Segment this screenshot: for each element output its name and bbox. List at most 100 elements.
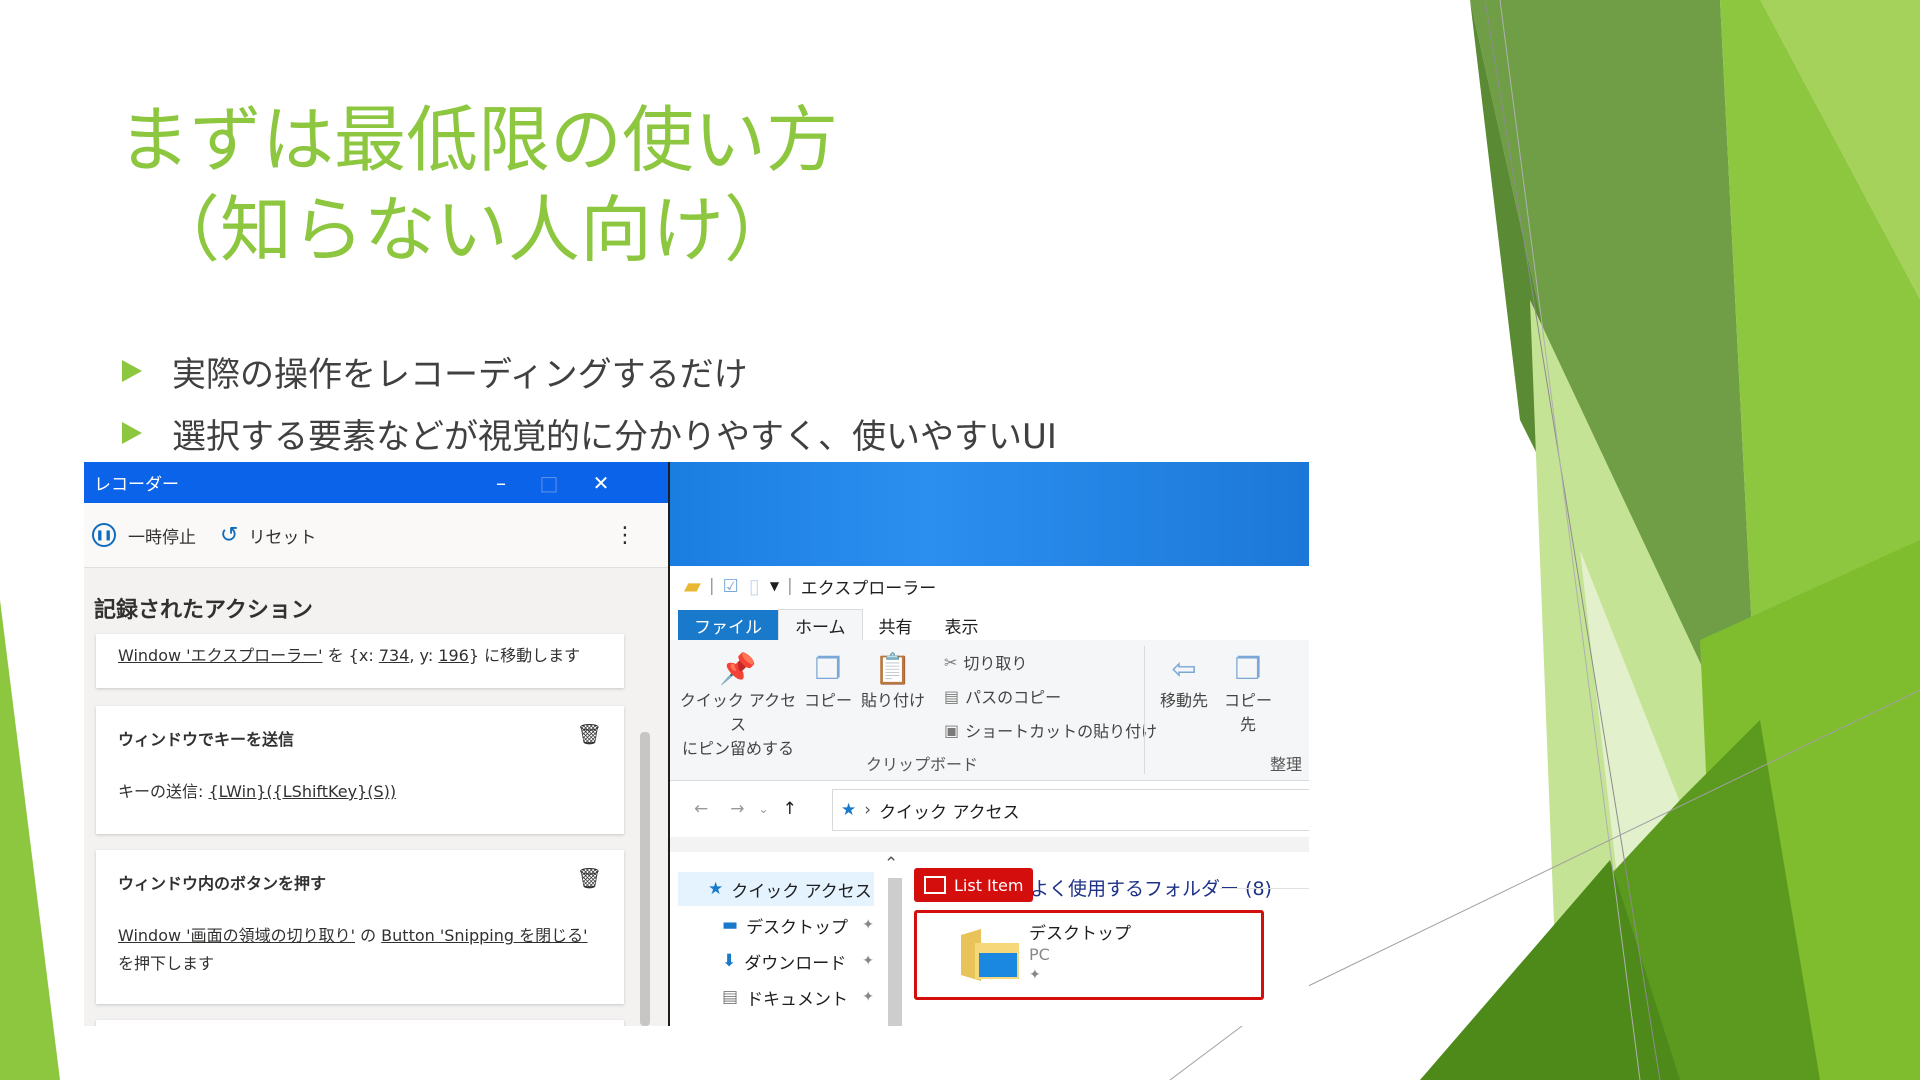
bullet-arrow-icon	[122, 422, 142, 444]
copy-icon: ❐	[814, 652, 842, 687]
pause-label: 一時停止	[128, 527, 196, 548]
nav-item-desktop[interactable]: ▬ デスクトップ ✦	[678, 908, 874, 942]
pin-label-line2: にピン留めする	[681, 739, 794, 758]
coord-y-link[interactable]: 196	[438, 646, 469, 665]
action-title: ウィンドウでキーを送信	[118, 730, 295, 749]
nav-scroll-up-icon[interactable]: ⌃	[884, 854, 898, 874]
paste-shortcut-button[interactable]: ▣ ショートカットの貼り付け	[944, 718, 1157, 742]
copy-to-button[interactable]: ❐ コピー先	[1218, 652, 1278, 735]
forward-icon[interactable]: →	[730, 799, 744, 819]
pin-icon: ✦	[862, 917, 874, 933]
move-to-button[interactable]: ⇦ 移動先	[1156, 652, 1212, 711]
embedded-screenshot: レコーダー – □ ✕ ❚❚ 一時停止 ↺ リセット ⋮ 記録されたアクション …	[84, 462, 1309, 1026]
cut-label: 切り取り	[963, 654, 1028, 673]
action-description: キーの送信: {LWin}({LShiftKey}(S))	[118, 778, 396, 806]
minimize-button[interactable]: –	[478, 462, 524, 503]
copy-label: コピー	[803, 691, 852, 710]
copy-button[interactable]: ❐ コピー	[802, 652, 854, 711]
copy-path-button[interactable]: ▤ パスのコピー	[944, 684, 1061, 708]
cut-button[interactable]: ✂ 切り取り	[944, 650, 1027, 674]
tab-home[interactable]: ホーム	[778, 609, 863, 640]
scissors-icon: ✂	[944, 652, 958, 672]
customize-qat-icon[interactable]: ▼	[770, 579, 779, 593]
recorder-window: レコーダー – □ ✕ ❚❚ 一時停止 ↺ リセット ⋮ 記録されたアクション …	[84, 462, 670, 1026]
tab-file[interactable]: ファイル	[678, 610, 778, 640]
delete-icon[interactable]: 🗑	[577, 866, 602, 890]
folder-location: PC	[1029, 945, 1050, 964]
copy-path-label: パスのコピー	[965, 688, 1062, 707]
back-icon[interactable]: ←	[694, 799, 708, 819]
scrollbar-thumb[interactable]	[640, 732, 650, 1026]
reset-label: リセット	[248, 527, 317, 548]
action-description: Window 'エクスプローラー' を {x: 734, y: 196} に移動…	[118, 642, 580, 670]
pin-quick-access-button[interactable]: 📌 クイック アクセス にピン留めする	[678, 652, 798, 759]
navigation-pane: ⌃ ★ クイック アクセス ▬ デスクトップ ✦ ⬇ ダウンロード ✦ ▤ ドキ…	[670, 852, 910, 1026]
action-text: } に移動します	[468, 646, 581, 665]
recent-locations-icon[interactable]: ⌄	[759, 802, 769, 816]
action-card[interactable]: ウィンドウでキーを送信 🗑 キーの送信: {LWin}({LShiftKey}(…	[96, 706, 624, 834]
up-icon[interactable]: ↑	[783, 799, 797, 819]
action-description: Window '画面の領域の切り取り' の Button 'Snipping を…	[118, 922, 608, 978]
badge-label: List Item	[954, 875, 1024, 895]
close-button[interactable]: ✕	[578, 462, 624, 503]
nav-label: ドキュメント	[746, 989, 849, 1010]
paste-button[interactable]: 📋 貼り付け	[858, 652, 928, 711]
copy-to-icon: ❐	[1234, 652, 1262, 687]
action-card[interactable]: Window 'エクスプローラー' を {x: 734, y: 196} に移動…	[96, 634, 624, 688]
tab-share[interactable]: 共有	[863, 610, 929, 640]
copy-path-icon: ▤	[944, 686, 960, 706]
copy-to-label: コピー先	[1223, 691, 1272, 734]
navigation-bar: ← → ⌄ ↑ ★ › クイック アクセス	[670, 781, 1309, 837]
delete-icon[interactable]: 🗑	[577, 722, 602, 746]
quick-access-star-icon: ★	[708, 879, 724, 899]
address-bar[interactable]: ★ › クイック アクセス	[832, 789, 1309, 831]
folder-item-desktop[interactable]: デスクトップ PC ✦	[914, 910, 1264, 1000]
reset-button[interactable]: ↺ リセット	[220, 523, 316, 548]
recorder-title: レコーダー	[94, 475, 179, 495]
bullet-arrow-icon	[122, 360, 142, 382]
folder-desktop-icon	[961, 929, 1019, 981]
quick-access-pin-icon: ★	[841, 800, 857, 820]
action-card[interactable]: ウィンドウ内のボタンを押す 🗑 Window '画面の領域の切り取り' の Bu…	[96, 850, 624, 1004]
paste-shortcut-icon: ▣	[944, 720, 960, 740]
nav-item-downloads[interactable]: ⬇ ダウンロード ✦	[678, 944, 874, 978]
more-options-icon[interactable]: ⋮	[614, 523, 636, 548]
pause-button[interactable]: ❚❚ 一時停止	[92, 523, 196, 548]
window-link[interactable]: Window 'エクスプローラー'	[118, 646, 323, 665]
paste-shortcut-label: ショートカットの貼り付け	[965, 722, 1158, 741]
recorded-actions-heading: 記録されたアクション	[94, 598, 313, 623]
new-folder-icon[interactable]: ▯	[749, 574, 760, 598]
explorer-titlebar: ▰ | ☑ ▯ ▼ | エクスプローラー	[670, 566, 1309, 606]
nav-label: ダウンロード	[744, 953, 847, 974]
ribbon-tabs: ファイル ホーム 共有 表示	[670, 606, 1309, 640]
nav-item-quick-access[interactable]: ★ クイック アクセス	[678, 872, 874, 906]
tab-view[interactable]: 表示	[929, 610, 995, 640]
ribbon: 📌 クイック アクセス にピン留めする ❐ コピー 📋 貼り付け ✂ 切り取り …	[670, 640, 1309, 781]
slide-title-line1: まずは最低限の使い方	[118, 98, 839, 182]
window-link[interactable]: Window '画面の領域の切り取り'	[118, 926, 355, 945]
clipboard-icon: 📋	[874, 652, 912, 687]
breadcrumb-chevron-icon: ›	[864, 800, 872, 820]
pin-icon: ✦	[862, 989, 874, 1005]
pause-icon: ❚❚	[92, 523, 116, 547]
slide-title: まずは最低限の使い方 （知らない人向け）	[118, 95, 838, 275]
action-text: , y:	[409, 646, 439, 665]
folder-name: デスクトップ	[1029, 924, 1131, 944]
pin-icon: ✦	[862, 953, 874, 969]
button-link[interactable]: Button 'Snipping を閉じる'	[381, 926, 587, 945]
desktop-background	[670, 462, 1309, 566]
bullet-item: 実際の操作をレコーディングするだけ	[122, 340, 1057, 402]
keys-link[interactable]: {LWin}({LShiftKey}(S))	[208, 782, 396, 801]
action-text: を {x:	[322, 646, 379, 665]
address-text: クイック アクセス	[879, 802, 1020, 823]
download-icon: ⬇	[722, 951, 737, 971]
document-icon: ▤	[722, 987, 739, 1007]
maximize-button[interactable]: □	[526, 462, 572, 503]
coord-x-link[interactable]: 734	[379, 646, 410, 665]
action-text: を押下します	[118, 954, 215, 973]
properties-icon[interactable]: ☑	[723, 576, 739, 597]
nav-item-documents[interactable]: ▤ ドキュメント ✦	[678, 980, 874, 1014]
list-item-icon	[924, 876, 946, 894]
action-card[interactable]	[96, 1020, 624, 1026]
move-to-label: 移動先	[1159, 691, 1208, 710]
